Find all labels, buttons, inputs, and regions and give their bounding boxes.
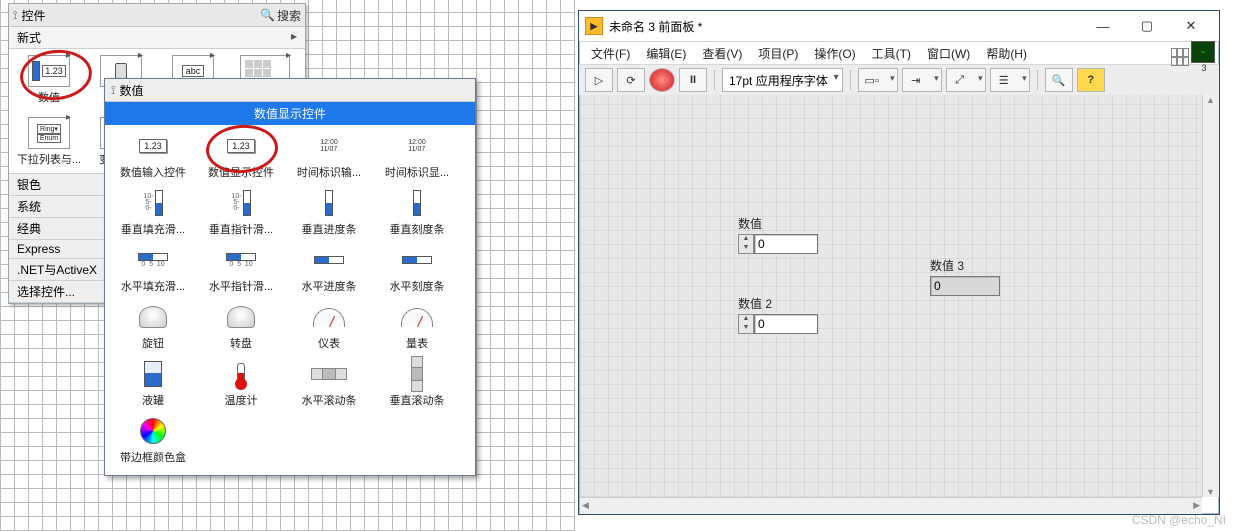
sub-item-18[interactable]: 水平滚动条 (285, 359, 373, 408)
watermark: CSDN @echo_NI (1132, 513, 1226, 527)
sub-item-10[interactable]: 水平进度条 (285, 245, 373, 294)
numeric-indicator[interactable]: 数值 30 (930, 257, 1000, 296)
menu-operate[interactable]: 操作(O) (814, 45, 855, 62)
sub-item-4[interactable]: 10-5-0-垂直填充滑... (109, 188, 197, 237)
spinner[interactable]: ▲▼ (738, 314, 754, 334)
abort-button[interactable] (649, 68, 675, 92)
numeric-input[interactable] (754, 314, 818, 334)
sub-item-8[interactable]: 0 5 10水平填充滑... (109, 245, 197, 294)
subpalette-grid: 1.23数值输入控件1.23数值显示控件12:0011/07时间标识输...12… (105, 125, 475, 475)
palette-title: 控件 (21, 7, 45, 24)
vi-icon[interactable]: ~ (1191, 41, 1215, 63)
cat-ring[interactable]: Ring▾ Enum 下拉列表与... (13, 117, 85, 167)
sub-item-7[interactable]: 垂直刻度条 (373, 188, 461, 237)
minimize-button[interactable]: — (1081, 12, 1125, 40)
maximize-button[interactable]: ▢ (1125, 12, 1169, 40)
close-button[interactable]: ✕ (1169, 12, 1213, 40)
align-button[interactable]: ▭▫ (858, 68, 898, 92)
sub-item-11[interactable]: 水平刻度条 (373, 245, 461, 294)
resize-button[interactable]: ⤢ (946, 68, 986, 92)
pin-icon[interactable]: ⟟ (111, 83, 115, 98)
search-button[interactable]: 🔍 (1045, 68, 1073, 92)
search-icon: 🔍 (260, 8, 275, 22)
sub-item-3[interactable]: 12:0011/07时间标识显... (373, 131, 461, 180)
pause-button[interactable]: II (679, 68, 707, 92)
sub-item-12[interactable]: 旋钮 (109, 302, 197, 351)
scrollbar-horizontal[interactable] (580, 497, 1202, 514)
numeric-subpalette: ⟟ 数值 数值显示控件 1.23数值输入控件1.23数值显示控件12:0011/… (104, 78, 476, 476)
numeric-control[interactable]: 数值 2▲▼ (738, 295, 818, 334)
run-button[interactable]: ▷ (585, 68, 613, 92)
font-select[interactable]: 17pt 应用程序字体 (722, 68, 843, 92)
search-box[interactable]: 🔍 搜索 (260, 7, 301, 24)
spinner[interactable]: ▲▼ (738, 234, 754, 254)
run-cont-button[interactable]: ⟳ (617, 68, 645, 92)
window-title: 未命名 3 前面板 * (609, 18, 702, 35)
subpalette-titlebar[interactable]: ⟟ 数值 (105, 79, 475, 102)
labview-icon: ▶ (585, 17, 603, 35)
menu-file[interactable]: 文件(F) (591, 45, 630, 62)
sub-item-9[interactable]: 0 5 10水平指针滑... (197, 245, 285, 294)
menu-window[interactable]: 窗口(W) (927, 45, 970, 62)
front-panel-window: ▶ 未命名 3 前面板 * — ▢ ✕ 文件(F) 编辑(E) 查看(V) 项目… (578, 10, 1220, 515)
front-panel-canvas[interactable]: 数值▲▼ 数值 2▲▼ 数值 30 (580, 95, 1202, 497)
sub-item-6[interactable]: 垂直进度条 (285, 188, 373, 237)
palette-titlebar[interactable]: ⟟ 控件 🔍 搜索 (9, 4, 305, 27)
menu-tools[interactable]: 工具(T) (872, 45, 911, 62)
sub-item-19[interactable]: 垂直滚动条 (373, 359, 461, 408)
connector-pane[interactable]: ~ 3 (1171, 41, 1215, 73)
menubar: 文件(F) 编辑(E) 查看(V) 项目(P) 操作(O) 工具(T) 窗口(W… (579, 42, 1219, 65)
menu-edit[interactable]: 编辑(E) (646, 45, 686, 62)
sub-item-17[interactable]: 温度计 (197, 359, 285, 408)
sub-item-16[interactable]: 液罐 (109, 359, 197, 408)
cat-numeric[interactable]: 1.23 数值 (13, 55, 85, 113)
reorder-button[interactable]: ☰ (990, 68, 1030, 92)
distr-button[interactable]: ⇥ (902, 68, 942, 92)
help-button[interactable]: ? (1077, 68, 1105, 92)
sub-item-13[interactable]: 转盘 (197, 302, 285, 351)
style-modern[interactable]: 新式 (9, 27, 305, 49)
sub-item-14[interactable]: 仪表 (285, 302, 373, 351)
sub-item-20[interactable]: 带边框颜色盒 (109, 416, 197, 465)
scrollbar-vertical[interactable] (1202, 95, 1219, 497)
sub-item-15[interactable]: 量表 (373, 302, 461, 351)
sub-item-0[interactable]: 1.23数值输入控件 (109, 131, 197, 180)
numeric-input[interactable] (754, 234, 818, 254)
sub-item-1[interactable]: 1.23数值显示控件 (197, 131, 285, 180)
toolbar: ▷ ⟳ II 17pt 应用程序字体 ▭▫ ⇥ ⤢ ☰ 🔍 ? (579, 65, 1219, 96)
subpalette-banner: 数值显示控件 (105, 102, 475, 125)
menu-view[interactable]: 查看(V) (702, 45, 742, 62)
pin-icon[interactable]: ⟟ (13, 8, 17, 23)
window-titlebar[interactable]: ▶ 未命名 3 前面板 * — ▢ ✕ (579, 11, 1219, 42)
sub-item-5[interactable]: 10-5-0-垂直指针滑... (197, 188, 285, 237)
sub-item-2[interactable]: 12:0011/07时间标识输... (285, 131, 373, 180)
menu-help[interactable]: 帮助(H) (986, 45, 1027, 62)
menu-project[interactable]: 项目(P) (758, 45, 798, 62)
numeric-control[interactable]: 数值▲▼ (738, 215, 818, 254)
